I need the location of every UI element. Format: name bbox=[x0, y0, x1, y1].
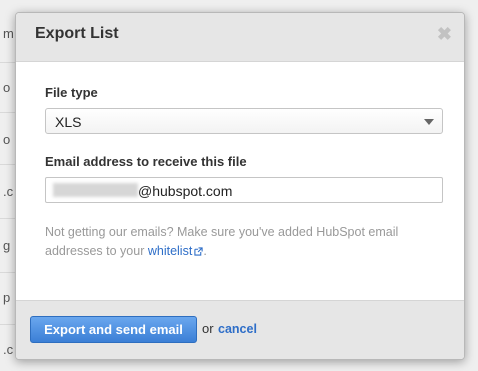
cancel-link[interactable]: cancel bbox=[218, 322, 257, 336]
whitelist-hint: Not getting our emails? Make sure you've… bbox=[45, 223, 435, 261]
chevron-down-icon bbox=[424, 119, 434, 125]
export-list-modal: Export List ✖ File type XLS Email addres… bbox=[15, 12, 465, 360]
backdrop-text: .c bbox=[3, 184, 14, 199]
external-link-icon bbox=[194, 247, 203, 256]
file-type-label: File type bbox=[45, 85, 98, 100]
export-and-send-email-button[interactable]: Export and send email bbox=[30, 316, 197, 343]
modal-body: File type XLS Email address to receive t… bbox=[16, 62, 464, 298]
file-type-selected-value: XLS bbox=[55, 114, 82, 130]
backdrop-text: m bbox=[3, 26, 14, 41]
or-text: or bbox=[202, 321, 214, 336]
file-type-select[interactable]: XLS bbox=[45, 108, 443, 134]
modal-title: Export List bbox=[35, 25, 119, 42]
whitelist-link-label: whitelist bbox=[147, 244, 193, 258]
modal-footer: Export and send email or cancel bbox=[16, 300, 464, 359]
backdrop-text: o bbox=[3, 80, 11, 95]
email-field-value: @hubspot.com bbox=[138, 183, 233, 199]
backdrop-text: .c bbox=[3, 342, 14, 357]
email-label: Email address to receive this file bbox=[45, 154, 247, 169]
modal-header: Export List ✖ bbox=[16, 13, 464, 62]
email-field[interactable]: @hubspot.com bbox=[45, 177, 443, 203]
backdrop-text: o bbox=[3, 132, 11, 147]
hint-text: Not getting our emails? Make sure you've… bbox=[45, 225, 399, 258]
backdrop-text: g bbox=[3, 238, 11, 253]
hint-text-end: . bbox=[203, 244, 207, 258]
backdrop-text: p bbox=[3, 290, 11, 305]
close-icon[interactable]: ✖ bbox=[437, 24, 452, 44]
whitelist-link[interactable]: whitelist bbox=[148, 244, 203, 258]
redacted-email-user bbox=[53, 183, 138, 197]
